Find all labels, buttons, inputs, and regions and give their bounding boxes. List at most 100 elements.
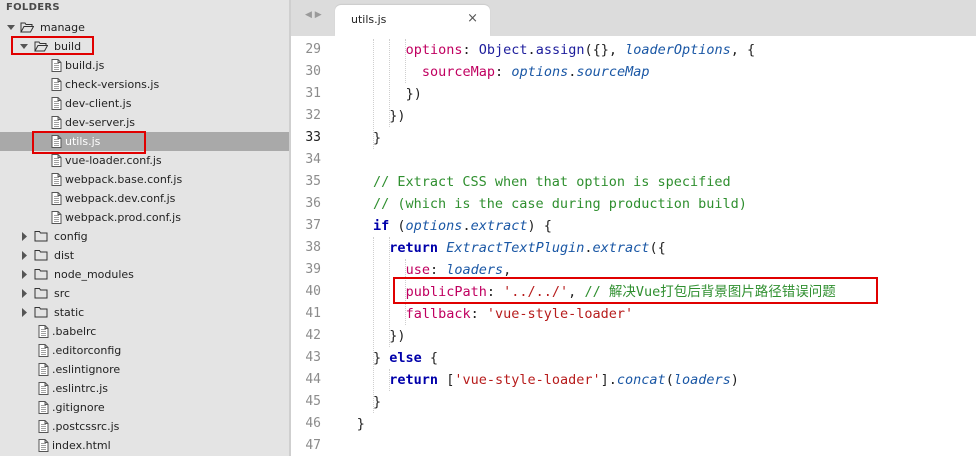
tree-file-editorconfig[interactable]: .editorconfig (0, 341, 289, 360)
chevron-down-icon[interactable] (6, 18, 16, 37)
code-token: fallback (405, 306, 471, 322)
chevron-right-icon[interactable] (19, 227, 29, 246)
code-token: . (584, 240, 593, 256)
tree-item-label: webpack.dev.conf.js (65, 192, 176, 205)
tree-file-babelrc[interactable]: .babelrc (0, 322, 289, 341)
line-number: 32 (305, 108, 321, 123)
code-token: } (356, 416, 365, 432)
code-token: , (503, 262, 512, 278)
tree-item-label: manage (40, 21, 85, 34)
folder-open-icon (20, 21, 34, 33)
code-token: ( (389, 218, 406, 234)
code-token: ExtractTextPlugin (446, 240, 585, 256)
file-icon (51, 59, 62, 72)
file-icon (51, 173, 62, 186)
tree-folder-static[interactable]: static (0, 303, 289, 322)
line-number: 37 (305, 218, 321, 233)
code-token: assign (535, 42, 585, 58)
tree-item-label: webpack.base.conf.js (65, 173, 183, 186)
chevron-right-icon[interactable] (19, 246, 29, 265)
code-line: } (373, 127, 381, 149)
tree-file-gitignore[interactable]: .gitignore (0, 398, 289, 417)
tab-title: utils.js (351, 13, 387, 26)
file-icon (51, 211, 62, 224)
code-token: : (462, 42, 479, 58)
annotation-box-publicpath (393, 277, 878, 304)
code-token: loaders (673, 372, 731, 388)
tree-item-label: dev-client.js (65, 97, 132, 110)
line-number: 38 (305, 240, 321, 255)
line-number: 41 (305, 306, 321, 321)
code-line: }) (406, 83, 422, 105)
code-token: ({ (649, 240, 666, 256)
line-number: 40 (305, 284, 321, 299)
code-token: . (527, 42, 536, 58)
line-number: 35 (305, 174, 321, 189)
file-sidebar: FOLDERS manage build build.js check-version… (0, 0, 289, 456)
chevron-right-icon[interactable] (19, 284, 29, 303)
tree-file-dev-client-js[interactable]: dev-client.js (0, 94, 289, 113)
code-line: // (which is the case during production … (373, 193, 747, 215)
code-token: [ (438, 372, 455, 388)
line-number: 45 (305, 394, 321, 409)
code-line: options: Object.assign({}, loaderOptions… (406, 39, 756, 61)
chevron-right-icon[interactable] (19, 303, 29, 322)
tab-utils-js[interactable]: utils.js × (335, 5, 490, 36)
code-token: extract (470, 218, 528, 234)
close-icon[interactable]: × (467, 11, 478, 26)
file-icon (51, 154, 62, 167)
tree-file-check-versions-js[interactable]: check-versions.js (0, 75, 289, 94)
tree-item-label: .gitignore (52, 401, 105, 414)
code-line: return ['vue-style-loader'].concat(loade… (389, 369, 739, 391)
tree-item-label: .babelrc (52, 325, 97, 338)
code-line: fallback: 'vue-style-loader' (406, 303, 634, 325)
file-icon (38, 344, 49, 357)
code-line: return ExtractTextPlugin.extract({ (389, 237, 665, 259)
code-token: concat (616, 372, 666, 388)
tree-file-eslintrc-js[interactable]: .eslintrc.js (0, 379, 289, 398)
tree-item-label: .postcssrc.js (52, 420, 120, 433)
code-token: extract (592, 240, 650, 256)
file-icon (38, 439, 49, 452)
tree-item-label: dist (54, 249, 75, 262)
file-icon (38, 420, 49, 433)
file-icon (38, 325, 49, 338)
tree-file-dev-server-js[interactable]: dev-server.js (0, 113, 289, 132)
tree-file-postcssrc-js[interactable]: .postcssrc.js (0, 417, 289, 436)
tab-nav-arrows[interactable]: ◀ ▶ (305, 10, 322, 20)
file-icon (38, 382, 49, 395)
code-line: } (373, 391, 381, 413)
line-number: 31 (305, 86, 321, 101)
tree-file-eslintignore[interactable]: .eslintignore (0, 360, 289, 379)
code-token: loaderOptions (625, 42, 731, 58)
tree-file-build-js[interactable]: build.js (0, 56, 289, 75)
line-number: 33 (305, 130, 321, 145)
code-token: : (429, 262, 447, 278)
code-token: , { (730, 42, 756, 58)
tree-file-webpack-base-conf-js[interactable]: webpack.base.conf.js (0, 170, 289, 189)
code-token: ]. (600, 372, 617, 388)
tree-folder-manage[interactable]: manage (0, 18, 289, 37)
tree-file-webpack-prod-conf-js[interactable]: webpack.prod.conf.js (0, 208, 289, 227)
annotation-box-utils (32, 131, 146, 154)
code-token: return (389, 372, 439, 388)
code-token: ( (665, 372, 674, 388)
tree-file-webpack-dev-conf-js[interactable]: webpack.dev.conf.js (0, 189, 289, 208)
chevron-right-icon[interactable] (19, 265, 29, 284)
code-token: if (373, 218, 390, 234)
code-token: }) (389, 108, 406, 124)
tree-folder-src[interactable]: src (0, 284, 289, 303)
line-number: 30 (305, 64, 321, 79)
tree-item-label: .eslintignore (52, 363, 121, 376)
code-token: // (which is the case during production … (373, 196, 747, 212)
tree-folder-node-modules[interactable]: node_modules (0, 265, 289, 284)
code-area[interactable]: options: Object.assign({}, loaderOptions… (337, 36, 976, 456)
tree-file-index-html[interactable]: index.html (0, 436, 289, 455)
line-number: 43 (305, 350, 321, 365)
folder-icon (34, 249, 48, 261)
tree-folder-config[interactable]: config (0, 227, 289, 246)
code-line: }) (389, 105, 405, 127)
tree-folder-dist[interactable]: dist (0, 246, 289, 265)
code-line: // Extract CSS when that option is speci… (373, 171, 731, 193)
